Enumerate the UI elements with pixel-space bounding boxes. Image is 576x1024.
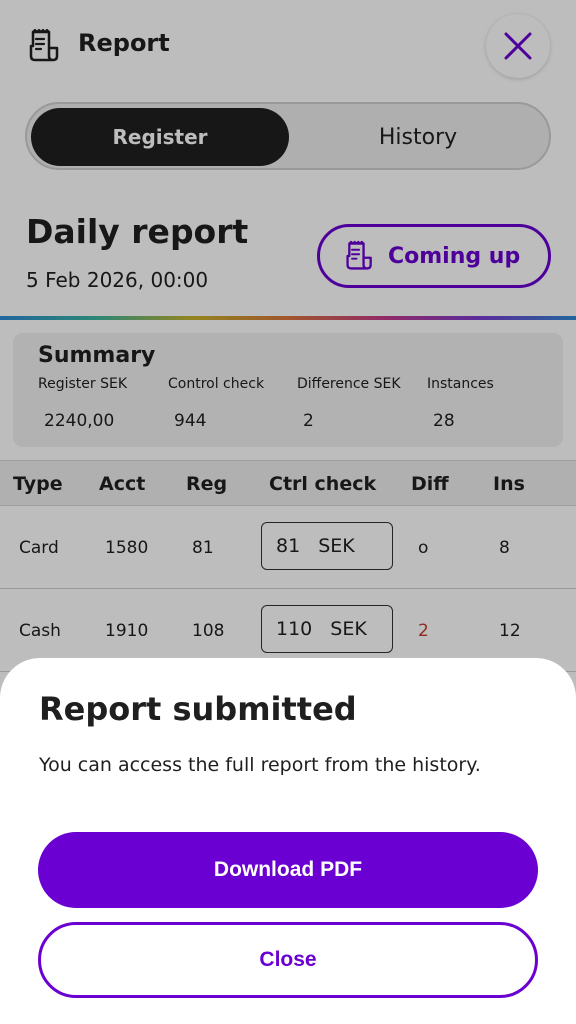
bottom-sheet: Report submitted You can access the full… xyxy=(0,658,576,1024)
sheet-description: You can access the full report from the … xyxy=(39,754,481,776)
report-screen: Report Register History Daily report 5 F… xyxy=(0,0,576,1024)
close-button[interactable]: Close xyxy=(38,922,538,998)
download-pdf-button[interactable]: Download PDF xyxy=(38,832,538,908)
sheet-title: Report submitted xyxy=(39,690,357,728)
